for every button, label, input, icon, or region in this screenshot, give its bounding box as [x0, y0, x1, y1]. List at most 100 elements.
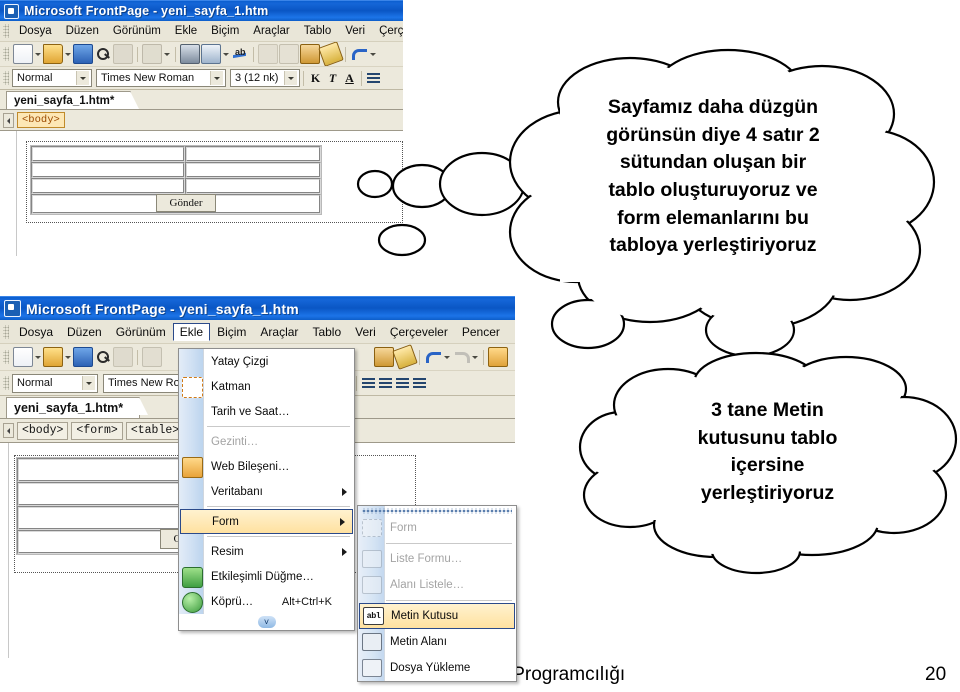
chevron-down-icon[interactable] [82, 376, 95, 390]
chevron-down-icon[interactable] [284, 71, 297, 85]
undo-dropdown-icon[interactable] [443, 348, 451, 366]
tag-scroll-left-icon[interactable] [3, 112, 14, 128]
paste-icon[interactable] [374, 347, 394, 367]
search-icon[interactable] [94, 348, 112, 366]
undo-dropdown-icon[interactable] [369, 45, 377, 63]
justify-icon[interactable] [411, 375, 428, 392]
table-cell[interactable] [185, 146, 321, 162]
view-icon[interactable] [142, 44, 162, 64]
menu-item-veritabani[interactable]: Veritabanı [179, 479, 354, 504]
interactive-button-icon [182, 567, 203, 588]
web-component-toolbar-icon[interactable] [488, 347, 508, 367]
menu-item-tarih-saat[interactable]: Tarih ve Saat… [179, 399, 354, 424]
style-combo[interactable]: Normal [12, 373, 98, 393]
submenu-item-dosya-yukleme[interactable]: Dosya Yükleme [358, 655, 516, 681]
bold-button[interactable]: K [307, 70, 324, 87]
menu-araclar[interactable]: Araçlar [253, 323, 305, 341]
menu-ekle[interactable]: Ekle [168, 23, 204, 39]
tag-scroll-left-icon[interactable] [3, 423, 14, 438]
menu-item-etkilesimli-dugme[interactable]: Etkileşimli Düğme… [179, 564, 354, 589]
format-painter-icon[interactable] [392, 344, 418, 370]
menu-item-web-bileseni[interactable]: Web Bileşeni… [179, 454, 354, 479]
new-page-dropdown-icon[interactable] [34, 348, 42, 366]
cut-icon[interactable] [258, 44, 278, 64]
print-preview-icon[interactable] [201, 44, 221, 64]
table-cell[interactable] [185, 162, 321, 178]
menu-item-kopru[interactable]: Köprü… Alt+Ctrl+K [179, 589, 354, 614]
tag-form[interactable]: <form> [71, 421, 123, 440]
tag-table[interactable]: <table> [125, 421, 185, 440]
menu-ekle[interactable]: Ekle [172, 322, 211, 341]
style-combo[interactable]: Normal [12, 69, 92, 87]
save-icon[interactable] [73, 44, 93, 64]
insert-menu[interactable]: Yatay Çizgi Katman Tarih ve Saat… Gezint… [178, 348, 355, 631]
table-cell[interactable] [31, 178, 185, 194]
open-dropdown-icon[interactable] [64, 348, 72, 366]
save-icon[interactable] [73, 347, 93, 367]
menu-item-resim[interactable]: Resim [179, 539, 354, 564]
spellcheck-icon[interactable]: ab [231, 45, 249, 63]
menu-dosya[interactable]: Dosya [12, 23, 59, 39]
menu-veri[interactable]: Veri [338, 23, 372, 39]
table-cell[interactable] [31, 146, 185, 162]
menu-gorunum[interactable]: Görünüm [106, 23, 168, 39]
menu-duzen[interactable]: Düzen [59, 23, 106, 39]
format-toolbar-grip[interactable] [3, 376, 9, 390]
view-icon[interactable] [142, 347, 162, 367]
font-combo[interactable]: Times New Roman [96, 69, 226, 87]
tag-body[interactable]: <body> [17, 112, 65, 128]
format-toolbar-grip[interactable] [3, 71, 9, 85]
publish-icon[interactable] [113, 44, 133, 64]
chevron-down-icon[interactable] [210, 71, 223, 85]
menu-bicim[interactable]: Biçim [210, 323, 253, 341]
print-icon[interactable] [180, 44, 200, 64]
preview-dropdown-icon[interactable] [222, 45, 230, 63]
submenu-item-metin-alani[interactable]: Metin Alanı [358, 629, 516, 655]
menu-expand-button[interactable]: ˅ [179, 614, 354, 630]
undo-icon[interactable] [350, 45, 368, 63]
submit-button[interactable]: Gönder [156, 194, 216, 212]
paste-icon[interactable] [300, 44, 320, 64]
menu-item-yatay-cizgi[interactable]: Yatay Çizgi [179, 349, 354, 374]
undo-icon[interactable] [424, 348, 442, 366]
redo-icon[interactable] [452, 348, 470, 366]
toolbar-grip[interactable] [3, 47, 9, 61]
document-tab[interactable]: yeni_sayfa_1.htm* [6, 91, 140, 109]
align-center-icon[interactable] [377, 375, 394, 392]
submenu-item-metin-kutusu[interactable]: abl Metin Kutusu [359, 603, 515, 629]
table-cell[interactable] [31, 162, 185, 178]
menu-duzen[interactable]: Düzen [60, 323, 109, 341]
align-left-icon[interactable] [360, 375, 377, 392]
submenu-drag-handle[interactable] [362, 508, 512, 514]
submenu-item-label: Alanı Listele… [390, 579, 465, 591]
menubar-grip[interactable] [3, 24, 9, 38]
align-right-icon[interactable] [394, 375, 411, 392]
search-icon[interactable] [94, 45, 112, 63]
menu-araclar[interactable]: Araçlar [246, 23, 296, 39]
new-page-dropdown-icon[interactable] [34, 45, 42, 63]
form-submenu[interactable]: Form Liste Formu… Alanı Listele… abl Met… [357, 505, 517, 682]
open-dropdown-icon[interactable] [64, 45, 72, 63]
menu-item-form[interactable]: Form [180, 509, 353, 534]
chevron-down-icon[interactable] [76, 71, 89, 85]
menu-dosya[interactable]: Dosya [12, 323, 60, 341]
redo-dropdown-icon[interactable] [471, 348, 479, 366]
open-icon[interactable] [43, 44, 63, 64]
new-page-icon[interactable] [13, 347, 33, 367]
menu-cerceveler[interactable]: Çerçeveler [372, 23, 403, 39]
new-page-icon[interactable] [13, 44, 33, 64]
document-tab[interactable]: yeni_sayfa_1.htm* [6, 397, 149, 418]
toolbar-grip[interactable] [3, 350, 9, 364]
copy-icon[interactable] [279, 44, 299, 64]
table-cell[interactable] [185, 178, 321, 194]
tag-body[interactable]: <body> [17, 421, 69, 440]
menu-tablo[interactable]: Tablo [297, 23, 339, 39]
fontsize-combo[interactable]: 3 (12 nk) [230, 69, 300, 87]
menu-item-katman[interactable]: Katman [179, 374, 354, 399]
menubar-grip[interactable] [3, 324, 9, 339]
open-icon[interactable] [43, 347, 63, 367]
view-dropdown-icon[interactable] [163, 45, 171, 63]
menu-gorunum[interactable]: Görünüm [109, 323, 173, 341]
publish-icon[interactable] [113, 347, 133, 367]
menu-bicim[interactable]: Biçim [204, 23, 246, 39]
